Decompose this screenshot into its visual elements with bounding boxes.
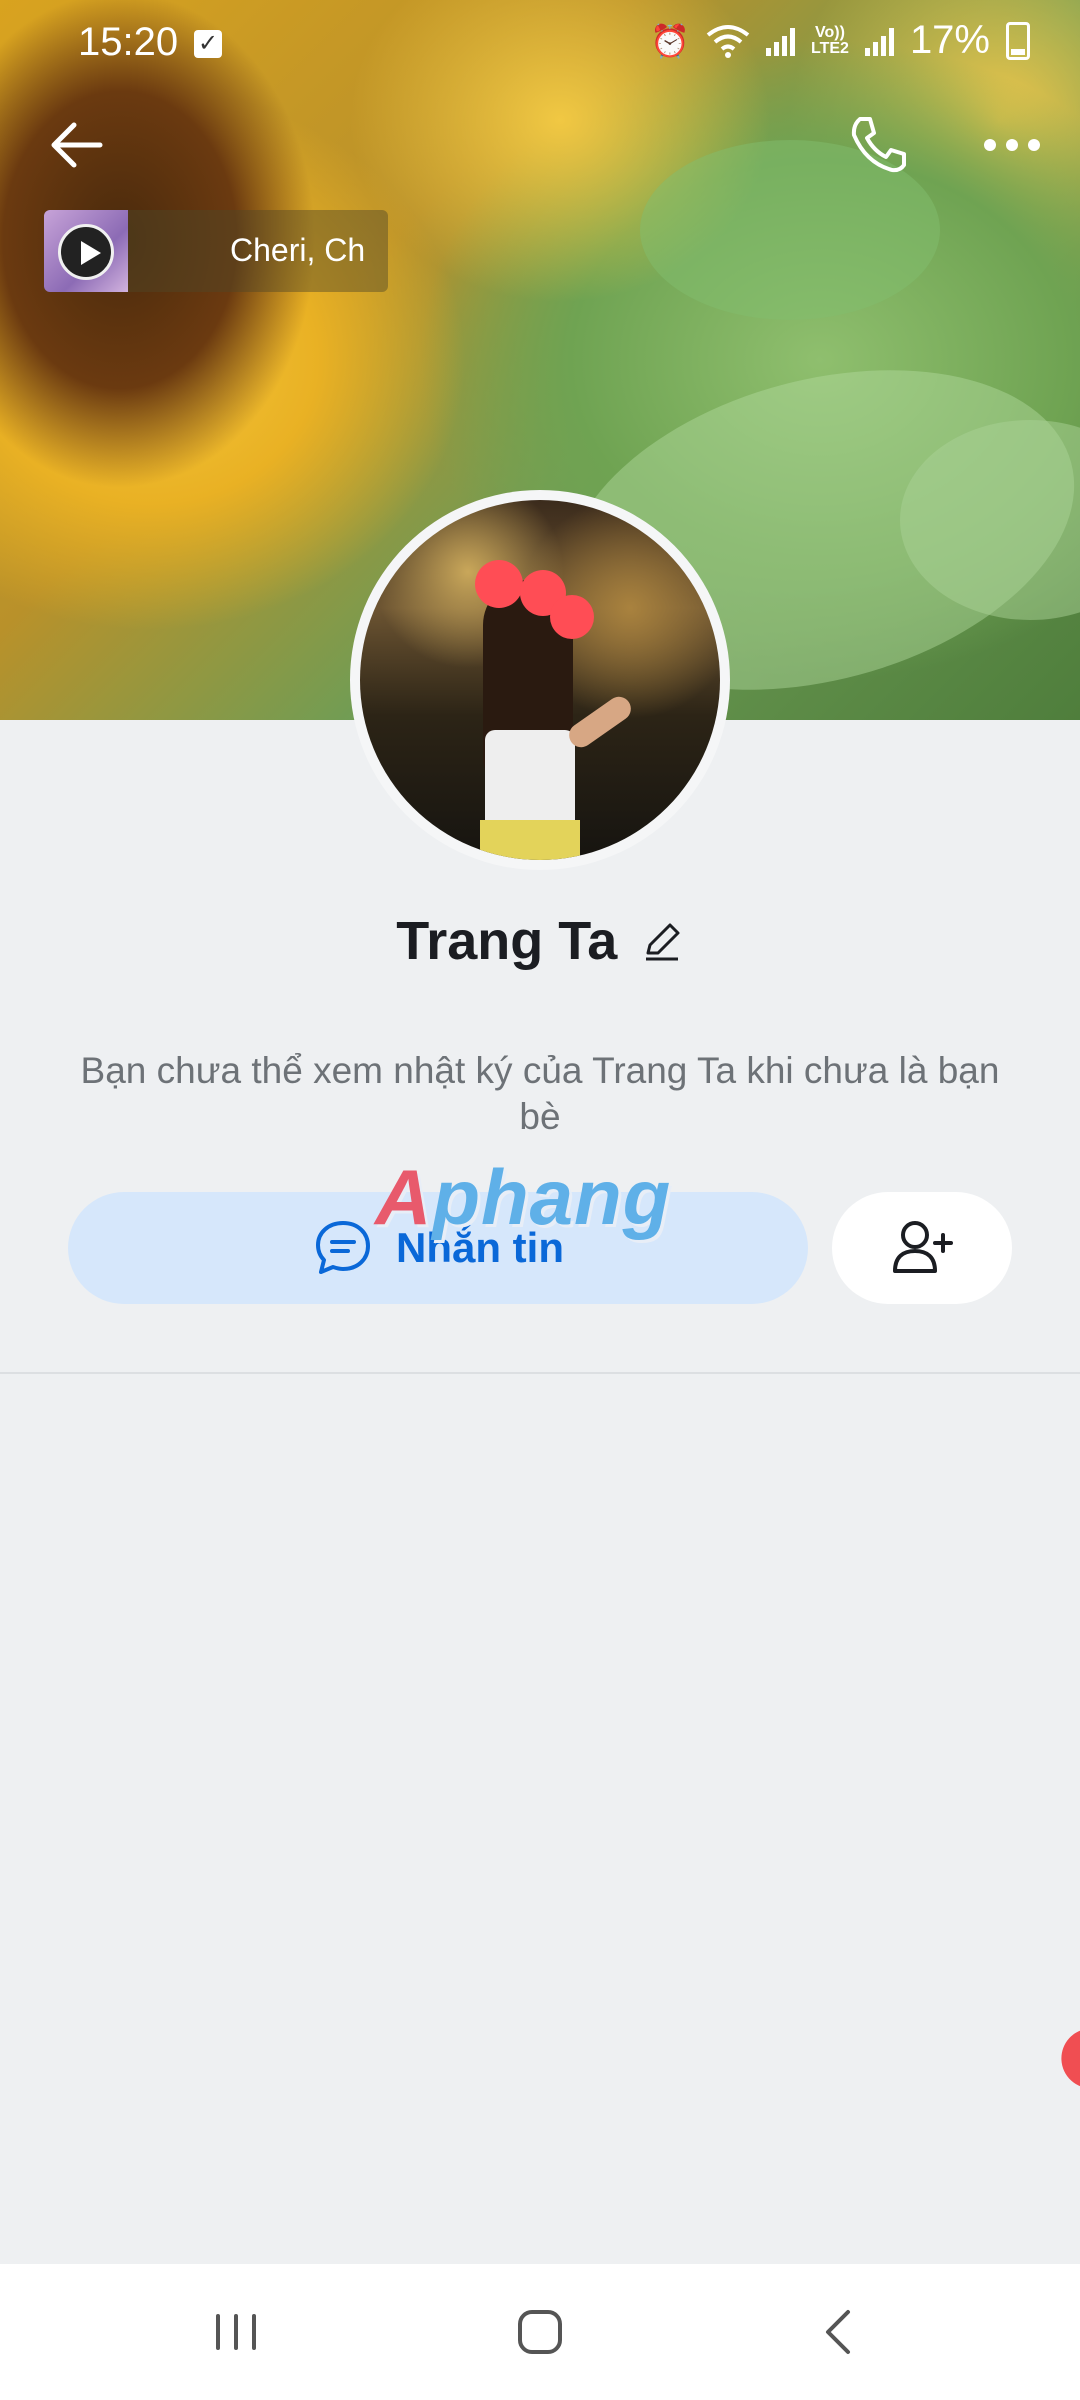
alarm-icon: ⏰ [650, 22, 690, 59]
diary-privacy-notice: Bạn chưa thể xem nhật ký của Trang Ta kh… [80, 1050, 1000, 1137]
battery-percent: 17% [909, 18, 990, 62]
system-nav-bar [0, 2264, 1080, 2400]
recents-button[interactable] [196, 2300, 276, 2364]
profile-name: Trang Ta [396, 911, 618, 971]
play-icon[interactable] [58, 224, 114, 280]
floating-edge-tab[interactable] [1052, 2019, 1080, 2091]
signal-icon [766, 26, 795, 56]
volte-icon: Vo)) LTE2 [811, 23, 849, 57]
home-button[interactable] [500, 2300, 580, 2364]
section-divider [0, 1372, 1080, 1374]
chat-bubble-icon [316, 1221, 370, 1274]
recents-icon [216, 2314, 256, 2350]
more-horizontal-icon [984, 139, 1040, 151]
music-title: Cheri, Ch [230, 232, 366, 268]
arrow-left-icon [51, 122, 103, 168]
back-button[interactable] [40, 105, 120, 185]
music-cover-thumbnail [44, 210, 128, 292]
profile-name-row: Trang Ta [0, 910, 1080, 972]
phone-icon [851, 117, 906, 173]
checklist-notification-icon: ✓ [194, 30, 222, 58]
status-bar: 15:20 ✓ ⏰ Vo)) LTE2 17% [0, 0, 1080, 88]
battery-icon [1006, 21, 1030, 60]
avatar-photo [360, 500, 720, 860]
more-button[interactable] [972, 105, 1052, 185]
call-button[interactable] [838, 105, 918, 185]
status-icons: ⏰ Vo)) LTE2 17% [650, 18, 1030, 63]
chevron-left-icon [826, 2310, 850, 2354]
status-time: 15:20 [78, 20, 179, 64]
signal-icon-2 [864, 26, 894, 56]
pencil-edit-icon[interactable] [640, 919, 684, 963]
avatar[interactable] [350, 490, 730, 870]
add-friend-button[interactable] [832, 1192, 1012, 1304]
wifi-icon [706, 24, 750, 58]
home-icon [518, 2310, 562, 2354]
profile-music-chip[interactable]: Cheri, Ch [44, 210, 388, 292]
add-user-icon [893, 1221, 953, 1273]
watermark-logo: Aphang [375, 1153, 672, 1241]
system-back-button[interactable] [800, 2300, 880, 2364]
